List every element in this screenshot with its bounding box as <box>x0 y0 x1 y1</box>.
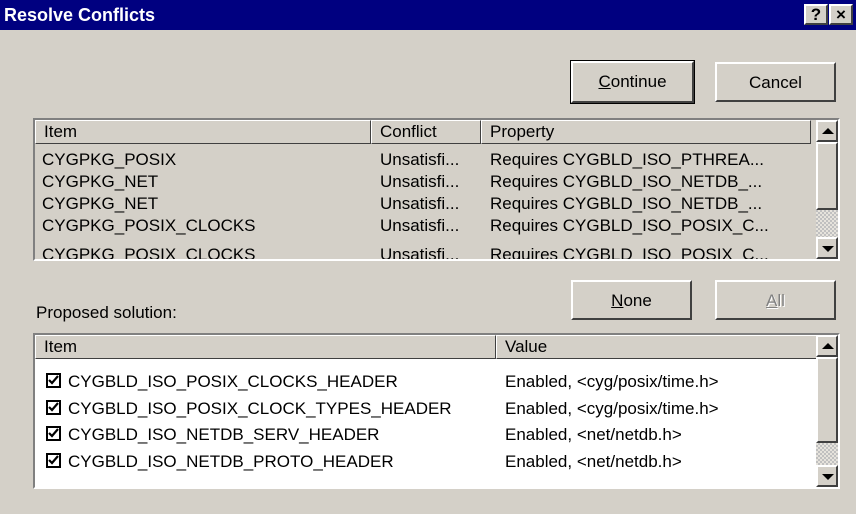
solution-item: CYGBLD_ISO_POSIX_CLOCKS_HEADER <box>68 372 398 391</box>
solution-item: CYGBLD_ISO_NETDB_PROTO_HEADER <box>68 452 394 471</box>
scroll-thumb[interactable] <box>816 142 838 210</box>
none-label-rest: one <box>623 291 652 310</box>
conflict-item: CYGPKG_NET <box>42 172 159 191</box>
solution-item: CYGBLD_ISO_NETDB_SERV_HEADER <box>68 425 380 444</box>
window-title: Resolve Conflicts <box>4 5 156 25</box>
all-button[interactable]: All <box>715 280 836 320</box>
none-accel: N <box>611 291 624 310</box>
solution-header-value[interactable]: Value <box>496 335 818 359</box>
conflict-type: Unsatisfi... <box>380 150 460 169</box>
conflict-property: Requires CYGBLD_ISO_PTHREA... <box>490 150 764 169</box>
close-icon: × <box>836 5 846 24</box>
conflict-property: Requires CYGBLD_ISO_NETDB_... <box>490 172 763 191</box>
scroll-down-button[interactable] <box>816 237 838 259</box>
arrow-up-icon <box>822 128 834 134</box>
solution-value: Enabled, <net/netdb.h> <box>505 425 682 444</box>
conflicts-list[interactable]: Item Conflict Property CYGPKG_POSIX Unsa… <box>33 118 840 261</box>
conflicts-header-item[interactable]: Item <box>35 120 371 144</box>
conflict-item: CYGPKG_POSIX <box>42 150 177 169</box>
conflict-type: Unsatisfi... <box>380 172 460 191</box>
conflict-item: CYGPKG_POSIX_CLOCKS <box>42 245 256 261</box>
checkbox-checked[interactable] <box>46 400 61 415</box>
conflict-type: Unsatisfi... <box>380 245 460 261</box>
solution-value: Enabled, <net/netdb.h> <box>505 452 682 471</box>
conflict-property: Requires CYGBLD_ISO_NETDB_... <box>490 194 763 213</box>
checkbox-checked[interactable] <box>46 426 61 441</box>
conflict-type: Unsatisfi... <box>380 216 460 235</box>
conflict-type: Unsatisfi... <box>380 194 460 213</box>
all-label-rest: ll <box>777 291 785 310</box>
none-button[interactable]: None <box>571 280 692 320</box>
solution-item: CYGBLD_ISO_POSIX_CLOCK_TYPES_HEADER <box>68 399 452 418</box>
solution-scrollbar[interactable] <box>816 335 838 487</box>
conflict-property: Requires CYGBLD_ISO_POSIX_C... <box>490 216 769 235</box>
proposed-solution-label: Proposed solution: <box>36 303 177 322</box>
close-button[interactable]: × <box>829 4 853 25</box>
arrow-down-icon <box>822 474 834 480</box>
scroll-down-button[interactable] <box>816 465 838 487</box>
arrow-up-icon <box>822 343 834 349</box>
help-button[interactable]: ? <box>804 4 828 25</box>
check-icon <box>48 428 59 438</box>
conflict-row[interactable]: CYGPKG_POSIX Unsatisfi... Requires CYGBL… <box>35 149 815 170</box>
cancel-label: Cancel <box>749 73 802 92</box>
check-icon <box>48 375 59 385</box>
all-accel: A <box>766 291 778 310</box>
conflict-row[interactable]: CYGPKG_POSIX_CLOCKS Unsatisfi... Require… <box>35 244 815 261</box>
solution-value: Enabled, <cyg/posix/time.h> <box>505 372 719 391</box>
conflict-row[interactable]: CYGPKG_NET Unsatisfi... Requires CYGBLD_… <box>35 193 815 214</box>
checkbox-checked[interactable] <box>46 373 61 388</box>
solution-row[interactable]: CYGBLD_ISO_POSIX_CLOCKS_HEADER Enabled, … <box>35 371 815 392</box>
scroll-up-button[interactable] <box>816 120 838 142</box>
solution-header-item[interactable]: Item <box>35 335 496 359</box>
conflicts-scrollbar[interactable] <box>816 120 838 259</box>
solution-row[interactable]: CYGBLD_ISO_POSIX_CLOCK_TYPES_HEADER Enab… <box>35 398 815 419</box>
scroll-up-button[interactable] <box>816 335 838 357</box>
conflict-item: CYGPKG_NET <box>42 194 159 213</box>
cancel-button[interactable]: Cancel <box>715 62 836 102</box>
conflict-property: Requires CYGBLD_ISO_POSIX_C... <box>490 245 769 261</box>
check-icon <box>48 402 59 412</box>
continue-button[interactable]: Continue <box>570 60 695 104</box>
help-icon: ? <box>810 5 822 24</box>
conflicts-header-property[interactable]: Property <box>481 120 811 144</box>
conflict-row[interactable]: CYGPKG_POSIX_CLOCKS Unsatisfi... Require… <box>35 215 815 236</box>
solution-row[interactable]: CYGBLD_ISO_NETDB_PROTO_HEADER Enabled, <… <box>35 451 815 472</box>
conflict-item: CYGPKG_POSIX_CLOCKS <box>42 216 256 235</box>
arrow-down-icon <box>822 246 834 252</box>
title-bar: Resolve Conflicts ? × <box>0 0 856 30</box>
conflicts-header-conflict[interactable]: Conflict <box>371 120 481 144</box>
check-icon <box>48 455 59 465</box>
conflict-row[interactable]: CYGPKG_NET Unsatisfi... Requires CYGBLD_… <box>35 171 815 192</box>
continue-label-rest: ontinue <box>610 72 667 91</box>
checkbox-checked[interactable] <box>46 453 61 468</box>
continue-accel: C <box>598 72 611 91</box>
solution-value: Enabled, <cyg/posix/time.h> <box>505 399 719 418</box>
solution-row[interactable]: CYGBLD_ISO_NETDB_SERV_HEADER Enabled, <n… <box>35 424 815 445</box>
scroll-thumb[interactable] <box>816 357 838 443</box>
solution-list[interactable]: Item Value CYGBLD_ISO_POSIX_CLOCKS_HEADE… <box>33 333 840 489</box>
